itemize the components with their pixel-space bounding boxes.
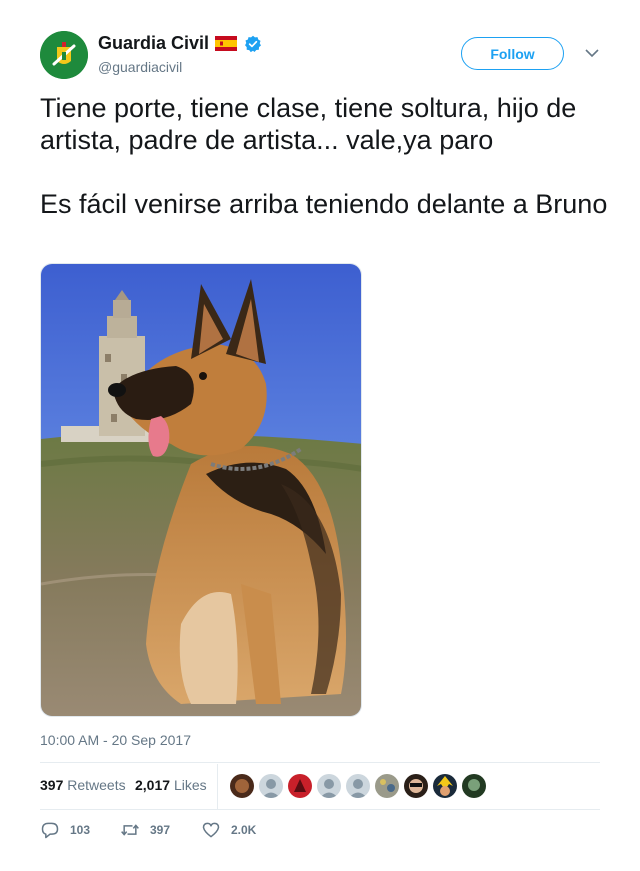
liker-avatar[interactable]: [375, 774, 399, 798]
divider: [40, 762, 600, 763]
liker-avatar[interactable]: [288, 774, 312, 798]
guardia-civil-emblem-icon: [40, 31, 88, 79]
reply-count: 103: [70, 823, 91, 837]
tweet-stats: 397 Retweets 2,017 Likes: [40, 764, 600, 809]
likes-label: Likes: [173, 777, 207, 793]
tweet-actions: 103 397 2.0K: [40, 820, 340, 842]
tweet-header: Guardia Civil @guardiacivil Follow: [40, 31, 600, 83]
liker-avatar[interactable]: [317, 774, 341, 798]
dog-lighthouse-photo: [41, 264, 361, 716]
tweet-text: Tiene porte, tiene clase, tiene soltura,…: [40, 92, 610, 220]
heart-icon: [202, 822, 220, 838]
liker-avatar[interactable]: [346, 774, 370, 798]
display-name[interactable]: Guardia Civil: [98, 33, 209, 54]
retweets-count: 397: [40, 777, 64, 793]
reply-button[interactable]: 103: [40, 820, 90, 840]
liker-avatar[interactable]: [259, 774, 283, 798]
liker-avatar[interactable]: [230, 774, 254, 798]
spain-flag-icon: [215, 36, 238, 51]
reply-icon: [41, 822, 59, 839]
name-row: Guardia Civil: [98, 33, 262, 54]
liker-avatar[interactable]: [404, 774, 428, 798]
divider: [40, 809, 600, 810]
divider: [217, 764, 218, 809]
liker-avatars: [230, 774, 491, 798]
chevron-down-icon[interactable]: [585, 48, 599, 58]
tweet-paragraph: Tiene porte, tiene clase, tiene soltura,…: [40, 93, 577, 155]
user-handle[interactable]: @guardiacivil: [98, 59, 182, 75]
verified-badge-icon: [245, 35, 261, 52]
liker-avatar[interactable]: [433, 774, 457, 798]
liker-avatar[interactable]: [462, 774, 486, 798]
likes-count: 2,017: [135, 777, 171, 793]
like-count: 2.0K: [231, 823, 257, 837]
tweet-paragraph: Es fácil venirse arriba teniendo delante…: [40, 189, 608, 219]
retweet-button[interactable]: 397: [120, 820, 170, 840]
retweets-label: Retweets: [67, 777, 126, 793]
like-button[interactable]: 2.0K: [201, 820, 256, 840]
retweet-count: 397: [150, 823, 171, 837]
avatar[interactable]: [40, 31, 88, 79]
follow-button[interactable]: Follow: [461, 37, 564, 70]
likes-stat[interactable]: 2,017 Likes: [135, 777, 207, 793]
retweets-stat[interactable]: 397 Retweets: [40, 777, 126, 793]
tweet-timestamp[interactable]: 10:00 AM - 20 Sep 2017: [40, 732, 191, 748]
retweet-icon: [121, 824, 139, 836]
tweet-photo[interactable]: [40, 263, 362, 717]
